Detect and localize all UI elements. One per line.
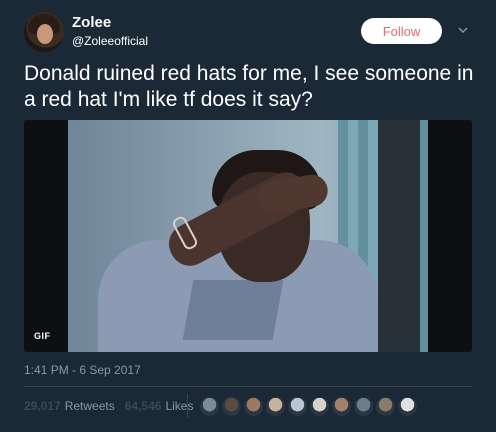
follow-button[interactable]: Follow — [361, 18, 442, 44]
author-handle[interactable]: @Zoleeofficial — [72, 34, 148, 48]
gif-background-panel — [378, 120, 420, 352]
gif-media[interactable]: GIF — [24, 120, 472, 352]
liker-avatar[interactable] — [221, 396, 242, 417]
liker-avatar[interactable] — [265, 396, 286, 417]
gif-frame — [68, 120, 428, 352]
author-avatar[interactable] — [24, 12, 64, 52]
chevron-down-icon[interactable] — [458, 25, 468, 35]
tweet-stats: 29,017 Retweets 64,546 Likes — [24, 398, 203, 414]
liker-avatar[interactable] — [199, 396, 220, 417]
retweets-label[interactable]: Retweets — [65, 399, 115, 413]
gif-badge: GIF — [34, 331, 51, 341]
tweet-card: Zolee @Zoleeofficial Follow Donald ruine… — [0, 0, 496, 432]
likes-count[interactable]: 64,546 — [125, 399, 162, 413]
liker-avatar[interactable] — [375, 396, 396, 417]
author-display-name[interactable]: Zolee — [72, 14, 111, 31]
liker-avatar[interactable] — [287, 396, 308, 417]
liker-avatars — [199, 396, 418, 417]
tweet-timestamp[interactable]: 1:41 PM - 6 Sep 2017 — [24, 363, 141, 377]
tweet-text: Donald ruined red hats for me, I see som… — [24, 62, 474, 111]
liker-avatar[interactable] — [331, 396, 352, 417]
stats-separator — [187, 394, 188, 418]
gif-person-collar — [182, 280, 284, 340]
avatar-face — [37, 24, 53, 44]
divider — [24, 386, 472, 387]
likes-label[interactable]: Likes — [165, 399, 193, 413]
retweets-count[interactable]: 29,017 — [24, 399, 61, 413]
liker-avatar[interactable] — [309, 396, 330, 417]
liker-avatar[interactable] — [353, 396, 374, 417]
liker-avatar[interactable] — [397, 396, 418, 417]
liker-avatar[interactable] — [243, 396, 264, 417]
